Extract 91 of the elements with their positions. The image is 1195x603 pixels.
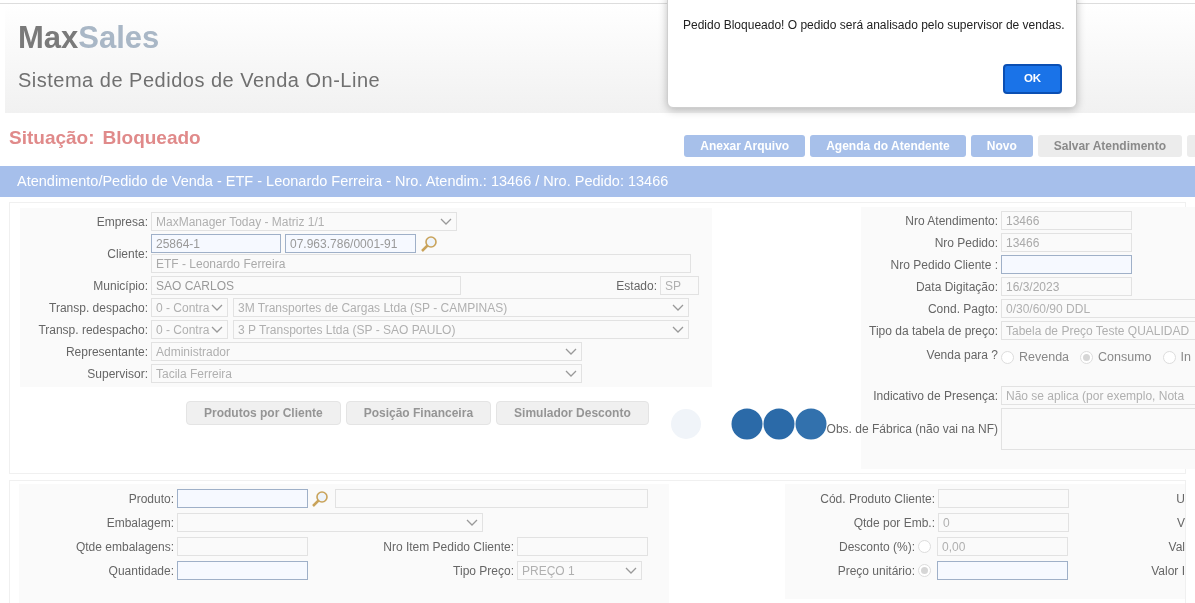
input-field[interactable]: SP: [660, 276, 699, 295]
field-label: Nro Atendimento:: [905, 212, 998, 230]
text-area[interactable]: [1001, 408, 1195, 450]
status-value: Bloqueado: [102, 125, 201, 150]
select-field[interactable]: 0 - Contra: [151, 320, 228, 339]
radio-button[interactable]: [1001, 351, 1014, 364]
search-icon[interactable]: [311, 489, 329, 508]
input-field[interactable]: 16/3/2023: [1001, 277, 1132, 296]
field-label: Representante:: [65, 343, 148, 361]
input-field[interactable]: 25864-1: [151, 234, 281, 253]
input-field[interactable]: [177, 561, 308, 580]
field-label: Nro Pedido Cliente :: [890, 256, 998, 274]
chevron-down-icon: [672, 303, 684, 312]
input-field[interactable]: 0/30/60/90 DDL: [1001, 299, 1195, 318]
radio-label: Revenda: [1019, 349, 1070, 367]
toolbar-button[interactable]: Anexar Arquivo: [684, 134, 806, 157]
input-field[interactable]: 0: [938, 513, 1069, 532]
field-label: Venda para ?: [926, 347, 998, 364]
field-label: Cliente:: [107, 245, 148, 263]
field-label: Produto:: [128, 490, 174, 508]
input-field[interactable]: [1001, 255, 1132, 274]
field-label: Quantidade:: [108, 562, 174, 580]
field-label: Qtde por Emb.:: [853, 514, 935, 532]
loading-dots-icon: [670, 407, 828, 441]
app-subtitle: Sistema de Pedidos de Venda On-Line: [18, 69, 381, 91]
logo: MaxSales: [18, 22, 160, 53]
field-label: Tipo da tabela de preço:: [869, 322, 998, 340]
input-field[interactable]: [177, 489, 308, 508]
chevron-down-icon: [211, 325, 223, 334]
select-field[interactable]: [177, 513, 483, 532]
field-label: Empresa:: [96, 213, 148, 231]
field-label: Supervisor:: [87, 365, 148, 383]
toolbar-button[interactable]: Agenda do Atendente: [810, 134, 966, 157]
search-icon[interactable]: [420, 234, 438, 253]
field-label: Val: [1168, 538, 1185, 556]
title-bar: Atendimento/Pedido de Venda - ETF - Leonardo Ferreira - Nro. Atendim.: 13466 / Nro. Pedido: 13466: [0, 166, 1195, 197]
input-field[interactable]: 0,00: [937, 537, 1068, 556]
radio-label: In: [1180, 349, 1191, 367]
field-label: Estado:: [616, 277, 657, 295]
select-field[interactable]: 3 P Transportes Ltda (SP - SAO PAULO): [233, 320, 689, 339]
field-label: U: [1176, 490, 1185, 508]
field-label: Tipo Preço:: [453, 562, 514, 580]
select-field[interactable]: 0 - Contra: [151, 298, 228, 317]
field-label: Valor I: [1151, 562, 1185, 580]
chevron-down-icon: [211, 303, 223, 312]
input-field[interactable]: 13466: [1001, 211, 1132, 230]
select-field[interactable]: 3M Transportes de Cargas Ltda (SP - CAMPINAS): [233, 298, 689, 317]
toolbar-button[interactable]: Novo: [970, 134, 1033, 157]
field-label: V: [1177, 514, 1185, 532]
action-button[interactable]: Posição Financeira: [345, 401, 492, 425]
radio-button[interactable]: [1162, 351, 1176, 364]
chevron-down-icon: [440, 217, 452, 226]
input-field[interactable]: ETF - Leonardo Ferreira: [151, 254, 691, 273]
chevron-down-icon: [565, 347, 577, 356]
ok-button[interactable]: OK: [1003, 64, 1062, 94]
input-field[interactable]: SAO CARLOS: [151, 276, 461, 295]
field-label: Embalagem:: [106, 514, 174, 532]
input-field[interactable]: [937, 561, 1068, 580]
chevron-down-icon: [565, 369, 577, 378]
field-label: Cond. Pagto:: [927, 300, 998, 318]
chevron-down-icon: [625, 566, 637, 575]
radio-button[interactable]: [1080, 351, 1094, 364]
field-label: Cód. Produto Cliente:: [820, 490, 935, 508]
field-label: Obs. de Fábrica (não vai na NF): [826, 421, 998, 438]
select-field[interactable]: PREÇO 1: [517, 561, 642, 580]
radio-label: Consumo: [1098, 349, 1152, 367]
select-field[interactable]: Tacila Ferreira: [151, 364, 582, 383]
field-label: Município:: [93, 277, 148, 295]
field-label: Transp. redespacho:: [38, 321, 148, 339]
action-button[interactable]: Simulador Desconto: [496, 401, 649, 425]
input-field[interactable]: Não se aplica (por exemplo, Nota: [1001, 386, 1195, 405]
input-field[interactable]: 13466: [1001, 233, 1132, 252]
field-label: Data Digitação:: [915, 278, 998, 296]
field-label: Transp. despacho:: [49, 299, 148, 317]
chevron-down-icon: [672, 325, 684, 334]
field-label: Desconto (%):: [838, 538, 915, 556]
input-field[interactable]: Tabela de Preço Teste QUALIDAD: [1001, 321, 1195, 340]
field-label: Preço unitário:: [837, 562, 915, 580]
status-label: Situação:: [9, 125, 95, 150]
chevron-down-icon: [466, 518, 478, 527]
field-label: Indicativo de Presença:: [873, 387, 998, 405]
field-label: Nro Pedido:: [934, 234, 998, 252]
dialog-message: Pedido Bloqueado! O pedido será analisado pelo supervisor de vendas.: [683, 17, 1065, 34]
select-field[interactable]: MaxManager Today - Matriz 1/1: [151, 212, 457, 231]
input-field[interactable]: 07.963.786/0001-91: [285, 234, 416, 253]
radio-button[interactable]: [918, 540, 931, 553]
field-label: Nro Item Pedido Cliente:: [383, 538, 514, 556]
radio-button[interactable]: [918, 564, 931, 577]
select-field[interactable]: Administrador: [151, 342, 582, 361]
action-button[interactable]: Produtos por Cliente: [186, 401, 341, 425]
field-label: Qtde embalagens:: [75, 538, 174, 556]
